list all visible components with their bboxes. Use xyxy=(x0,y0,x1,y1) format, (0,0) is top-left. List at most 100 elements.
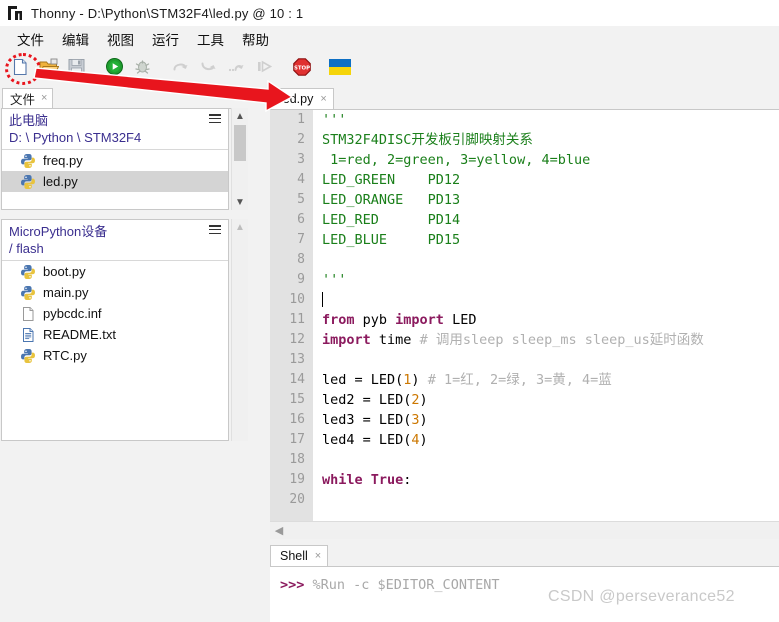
hamburger-icon[interactable] xyxy=(209,225,221,235)
open-file-button[interactable] xyxy=(35,56,61,82)
debug-button[interactable] xyxy=(129,56,155,82)
code-token: import xyxy=(395,312,444,328)
sidebar: 文件 × 此电脑 D: \ Python \ STM32F4 freq.py l… xyxy=(0,87,248,622)
code-token: 1=red, 2=green, 3=yellow, 4=blue xyxy=(322,152,591,168)
code-token: led4 = LED( xyxy=(322,432,412,448)
list-item-label: README.txt xyxy=(43,327,116,342)
local-tree-header: 此电脑 D: \ Python \ STM32F4 xyxy=(2,109,228,148)
sidebar-tab-strip: 文件 × xyxy=(0,87,248,109)
text-cursor xyxy=(322,292,323,307)
python-file-icon xyxy=(20,174,37,190)
menu-tools[interactable]: 工具 xyxy=(188,27,233,51)
step-out-button[interactable] xyxy=(223,56,249,82)
local-scrollbar[interactable]: ▲ ▼ xyxy=(230,108,248,210)
list-item[interactable]: README.txt xyxy=(2,324,228,345)
python-file-icon xyxy=(20,285,37,301)
stop-button[interactable]: STOP xyxy=(289,56,315,82)
line-number: 1 xyxy=(297,112,305,127)
chevron-down-icon[interactable]: ▼ xyxy=(232,194,248,210)
sidebar-tab-label: 文件 xyxy=(10,93,36,107)
code-line: 1=red, 2=green, 3=yellow, 4=blue xyxy=(322,150,779,170)
editor-tab-led-py[interactable]: led.py × xyxy=(270,88,334,110)
code-line: LED_ORANGE PD13 xyxy=(322,190,779,210)
toolbar: STOP xyxy=(0,51,779,87)
title-bar: Thonny - D:\Python\STM32F4\led.py @ 10 :… xyxy=(0,0,779,26)
step-into-button[interactable] xyxy=(195,56,221,82)
ukraine-flag-button[interactable] xyxy=(327,56,353,82)
scrollbar-thumb[interactable] xyxy=(234,125,246,161)
step-over-icon xyxy=(171,57,190,81)
device-header-title: MicroPython设备 xyxy=(9,224,108,239)
menu-view[interactable]: 视图 xyxy=(98,27,143,51)
line-number: 20 xyxy=(289,492,305,507)
new-file-button[interactable] xyxy=(7,56,33,82)
code-token: 2 xyxy=(411,392,420,408)
editor-horizontal-scrollbar[interactable]: ◀ xyxy=(270,521,779,539)
close-icon[interactable]: × xyxy=(320,93,326,105)
list-item[interactable]: pybcdc.inf xyxy=(2,303,228,324)
save-icon xyxy=(67,57,86,81)
list-item[interactable]: boot.py xyxy=(2,261,228,282)
code-token: LED_RED PD14 xyxy=(322,212,461,228)
menu-run[interactable]: 运行 xyxy=(143,27,188,51)
code-editor[interactable]: 1 2 3 4 5 6 7 8 9 10 11 12 13 14 15 16 1… xyxy=(270,109,779,522)
device-scrollbar-track[interactable]: ▲ xyxy=(231,219,248,441)
code-line: led2 = LED(2) xyxy=(322,390,779,410)
line-number: 13 xyxy=(289,352,305,367)
list-item-label: RTC.py xyxy=(43,348,87,363)
chevron-up-icon[interactable]: ▲ xyxy=(232,219,248,235)
list-item[interactable]: RTC.py xyxy=(2,345,228,366)
step-over-button[interactable] xyxy=(167,56,193,82)
list-item-label: led.py xyxy=(43,174,78,189)
menu-bar: 文件 编辑 视图 运行 工具 帮助 xyxy=(0,26,779,51)
stop-icon: STOP xyxy=(292,57,312,82)
shell-command: %Run -c $EDITOR_CONTENT xyxy=(304,577,500,593)
local-header-title: 此电脑 xyxy=(9,113,49,128)
code-token: while xyxy=(322,472,363,488)
ukraine-flag-icon xyxy=(329,58,351,80)
code-line: ''' xyxy=(322,110,779,130)
list-item[interactable]: led.py xyxy=(2,171,228,192)
local-header-path: D: \ Python \ STM32F4 xyxy=(9,130,142,145)
list-item[interactable]: main.py xyxy=(2,282,228,303)
chevron-up-icon[interactable]: ▲ xyxy=(232,108,248,124)
code-line xyxy=(322,290,779,310)
run-button[interactable] xyxy=(101,56,127,82)
save-button[interactable] xyxy=(63,56,89,82)
code-token: 4 xyxy=(411,432,420,448)
device-scrollbar[interactable]: ▲ xyxy=(230,219,248,441)
shell-tab[interactable]: Shell × xyxy=(270,545,329,567)
menu-edit[interactable]: 编辑 xyxy=(53,27,98,51)
local-files-panel: 此电脑 D: \ Python \ STM32F4 freq.py led.py xyxy=(1,108,229,210)
step-out-icon xyxy=(227,57,246,81)
resume-button[interactable] xyxy=(251,56,277,82)
close-icon[interactable]: × xyxy=(315,550,321,562)
python-file-icon xyxy=(20,264,37,280)
debug-bug-icon xyxy=(133,57,152,81)
menu-file[interactable]: 文件 xyxy=(8,27,53,51)
editor-area: led.py × 1 2 3 4 5 6 7 8 9 10 11 12 13 1… xyxy=(250,87,779,542)
shell-tab-strip: Shell × xyxy=(250,544,329,567)
sidebar-tab-files[interactable]: 文件 × xyxy=(2,88,54,109)
editor-tab-label: led.py xyxy=(280,92,314,106)
code-token: pyb xyxy=(354,312,396,328)
resume-icon xyxy=(255,57,274,81)
line-number: 14 xyxy=(289,372,305,387)
code-token: # 1=红, 2=绿, 3=黄, 4=蓝 xyxy=(427,372,612,388)
hamburger-icon[interactable] xyxy=(209,114,221,124)
line-number: 2 xyxy=(297,132,305,147)
code-token: ) xyxy=(411,372,428,388)
line-number: 16 xyxy=(289,412,305,427)
chevron-left-icon[interactable]: ◀ xyxy=(272,523,286,537)
shell-tab-label: Shell xyxy=(280,549,308,563)
close-icon[interactable]: × xyxy=(41,93,47,104)
local-scrollbar-track[interactable]: ▲ ▼ xyxy=(231,108,248,210)
menu-help[interactable]: 帮助 xyxy=(233,27,278,51)
list-item[interactable]: freq.py xyxy=(2,150,228,171)
code-text[interactable]: ''' STM32F4DISC开发板引脚映射关系 1=red, 2=green, … xyxy=(313,110,779,522)
device-tree-header: MicroPython设备 / flash xyxy=(2,220,228,259)
code-token: LED_GREEN PD12 xyxy=(322,172,461,188)
